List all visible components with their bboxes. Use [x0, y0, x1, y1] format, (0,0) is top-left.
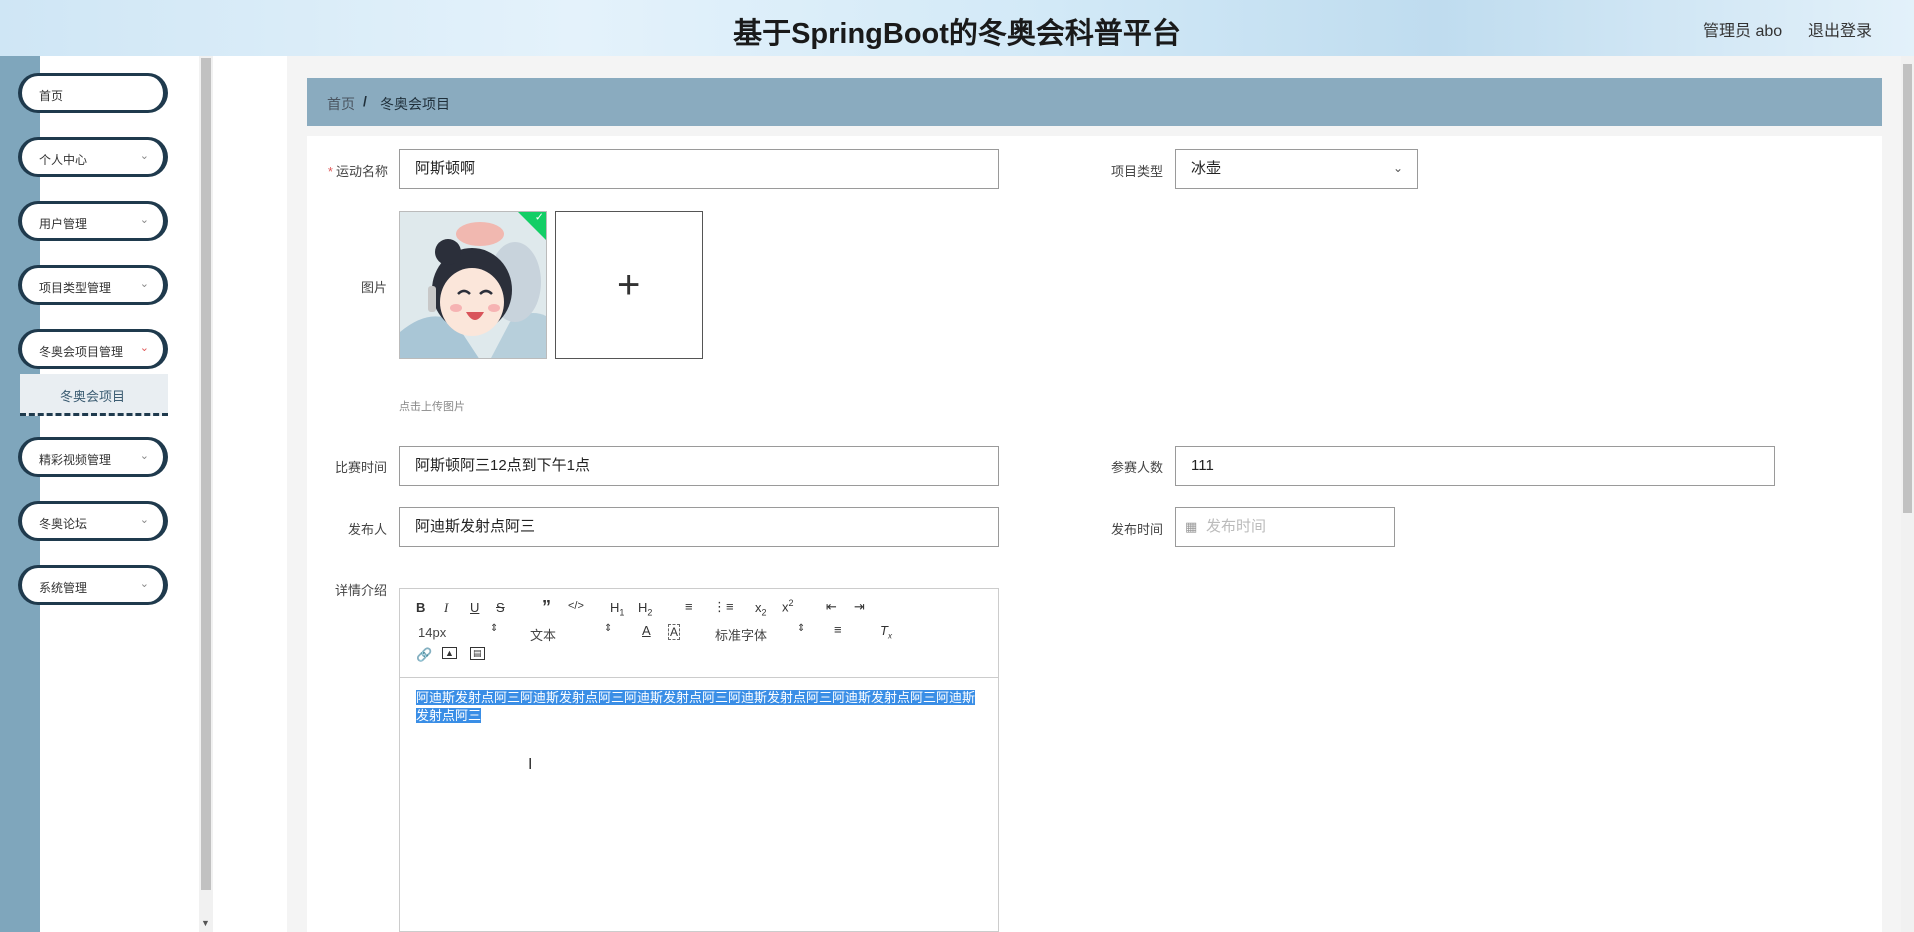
blockquote-icon[interactable]: ” — [542, 597, 551, 618]
breadcrumb: 首页 / 冬奥会项目 — [307, 78, 1882, 126]
name-label: * 运动名称 — [308, 161, 388, 180]
sidebar-item-video-management[interactable]: 精彩视频管理 ⌄ — [18, 437, 168, 477]
publish-time-label: 发布时间 — [1110, 522, 1163, 537]
sidebar-item-home[interactable]: 首页 — [18, 73, 168, 113]
strikethrough-icon[interactable]: S — [496, 600, 505, 615]
align-icon[interactable]: ≡ — [834, 622, 842, 637]
page-scrollbar-thumb[interactable] — [1903, 64, 1912, 513]
upload-hint: 点击上传图片 — [399, 401, 465, 413]
chevron-down-icon: ⌄ — [139, 278, 149, 290]
publish-time-input[interactable]: 发布时间 — [1175, 507, 1395, 547]
uploaded-image-thumbnail[interactable]: ✓ — [399, 211, 547, 359]
breadcrumb-home-link[interactable]: 首页 — [327, 94, 355, 114]
sidebar-item-label: 精彩视频管理 — [39, 453, 112, 467]
editor-toolbar: B I U S ” </> H1 H2 ≡ ⋮≡ x2 x2 ⇤ ⇥ 14px … — [400, 589, 998, 678]
sidebar-subitem-label: 冬奥会项目 — [60, 389, 126, 404]
page-title: 基于SpringBoot的冬奥会科普平台 — [733, 18, 1181, 50]
font-family-select[interactable]: 标准字体 — [715, 625, 767, 644]
sidebar-item-label: 冬奥论坛 — [39, 517, 88, 531]
selected-text: 阿迪斯发射点阿三阿迪斯发射点阿三阿迪斯发射点阿三阿迪斯发射点阿三阿迪斯发射点阿三… — [416, 690, 976, 723]
breadcrumb-separator: / — [363, 93, 367, 109]
sidebar-item-olympic-project-management[interactable]: 冬奥会项目管理 ⌄ — [18, 329, 168, 369]
indent-icon[interactable]: ⇥ — [854, 599, 865, 615]
name-input[interactable]: 阿斯顿啊 — [399, 149, 999, 189]
heading2-icon[interactable]: H2 — [638, 600, 652, 618]
chevron-down-icon: ⌄ — [139, 150, 149, 162]
scroll-down-arrow-icon[interactable]: ▼ — [201, 918, 210, 928]
type-label: 项目类型 — [1110, 164, 1163, 179]
underline-icon[interactable]: U — [470, 600, 479, 615]
sidebar-item-label: 个人中心 — [39, 153, 88, 167]
sidebar-item-forum[interactable]: 冬奥论坛 ⌄ — [18, 501, 168, 541]
participants-label: 参赛人数 — [1110, 460, 1163, 475]
sidebar-scrollbar-thumb[interactable] — [201, 58, 211, 890]
header-select[interactable]: 文本 — [530, 625, 556, 644]
chevron-down-icon: ⌄ — [139, 514, 149, 526]
participants-input[interactable]: 111 — [1175, 446, 1775, 486]
type-select[interactable]: 冰壶 — [1175, 149, 1418, 189]
image-upload-button[interactable]: + — [555, 211, 703, 359]
background-color-icon[interactable]: A — [668, 624, 681, 640]
link-icon[interactable]: 🔗 — [416, 647, 432, 663]
sidebar-item-label: 系统管理 — [39, 581, 88, 595]
font-color-icon[interactable]: A — [642, 623, 651, 638]
sidebar — [40, 56, 199, 932]
chevron-down-icon: ⌄ — [1393, 161, 1404, 175]
logout-link[interactable]: 退出登录 — [1808, 17, 1872, 41]
match-time-input[interactable]: 阿斯顿阿三12点到下午1点 — [399, 446, 999, 486]
image-icon[interactable]: ▲ — [442, 647, 457, 659]
sidebar-item-user-management[interactable]: 用户管理 ⌄ — [18, 201, 168, 241]
select-arrows-icon: ⇕ — [490, 623, 499, 634]
video-icon[interactable]: ▤ — [470, 647, 485, 660]
bullet-list-icon[interactable]: ⋮≡ — [713, 599, 734, 615]
required-asterisk: * — [327, 164, 333, 179]
sidebar-subitem-olympic-project[interactable]: 冬奥会项目 — [20, 374, 168, 416]
publisher-label: 发布人 — [347, 522, 387, 537]
text-cursor-icon: I — [528, 756, 533, 773]
superscript-icon[interactable]: x2 — [782, 598, 794, 614]
sidebar-item-project-type-management[interactable]: 项目类型管理 ⌄ — [18, 265, 168, 305]
check-icon: ✓ — [534, 211, 544, 224]
top-header: 基于SpringBoot的冬奥会科普平台 管理员 abo 退出登录 — [0, 0, 1914, 56]
sidebar-item-label: 首页 — [39, 89, 64, 103]
sidebar-scrollbar[interactable]: ▼ — [199, 56, 213, 932]
anime-girl-image — [400, 212, 546, 358]
sidebar-rail — [0, 56, 40, 932]
code-block-icon[interactable]: </> — [568, 600, 584, 612]
sidebar-item-label: 冬奥会项目管理 — [39, 345, 124, 359]
bold-icon[interactable]: B — [416, 600, 425, 615]
plus-icon: + — [617, 263, 641, 307]
breadcrumb-current: 冬奥会项目 — [380, 96, 450, 112]
page-scrollbar[interactable] — [1901, 56, 1914, 932]
chevron-down-icon: ⌄ — [139, 450, 149, 462]
chevron-down-icon: ⌄ — [139, 342, 149, 354]
italic-icon[interactable]: I — [444, 600, 448, 616]
detail-label: 详情介绍 — [334, 583, 387, 598]
match-time-label: 比赛时间 — [334, 460, 387, 475]
select-arrows-icon: ⇕ — [604, 623, 613, 634]
rich-text-editor[interactable]: B I U S ” </> H1 H2 ≡ ⋮≡ x2 x2 ⇤ ⇥ 14px … — [399, 588, 999, 932]
clear-format-icon[interactable]: Tx — [880, 623, 892, 641]
current-user-label: 管理员 abo — [1703, 23, 1783, 40]
image-label: 图片 — [360, 280, 387, 295]
outdent-icon[interactable]: ⇤ — [826, 599, 837, 615]
name-label-text: 运动名称 — [335, 164, 388, 179]
publisher-input[interactable]: 阿迪斯发射点阿三 — [399, 507, 999, 547]
sidebar-item-label: 用户管理 — [39, 217, 88, 231]
font-size-select[interactable]: 14px — [418, 625, 446, 640]
chevron-down-icon: ⌄ — [139, 214, 149, 226]
heading1-icon[interactable]: H1 — [610, 600, 624, 618]
editor-content[interactable]: 阿迪斯发射点阿三阿迪斯发射点阿三阿迪斯发射点阿三阿迪斯发射点阿三阿迪斯发射点阿三… — [416, 689, 976, 725]
ordered-list-icon[interactable]: ≡ — [685, 599, 693, 614]
chevron-down-icon: ⌄ — [139, 578, 149, 590]
select-arrows-icon: ⇕ — [797, 623, 806, 634]
sidebar-item-personal-center[interactable]: 个人中心 ⌄ — [18, 137, 168, 177]
sidebar-item-label: 项目类型管理 — [39, 281, 112, 295]
calendar-icon: ▦ — [1185, 519, 1198, 534]
subscript-icon[interactable]: x2 — [755, 600, 767, 618]
sidebar-item-system-management[interactable]: 系统管理 ⌄ — [18, 565, 168, 605]
